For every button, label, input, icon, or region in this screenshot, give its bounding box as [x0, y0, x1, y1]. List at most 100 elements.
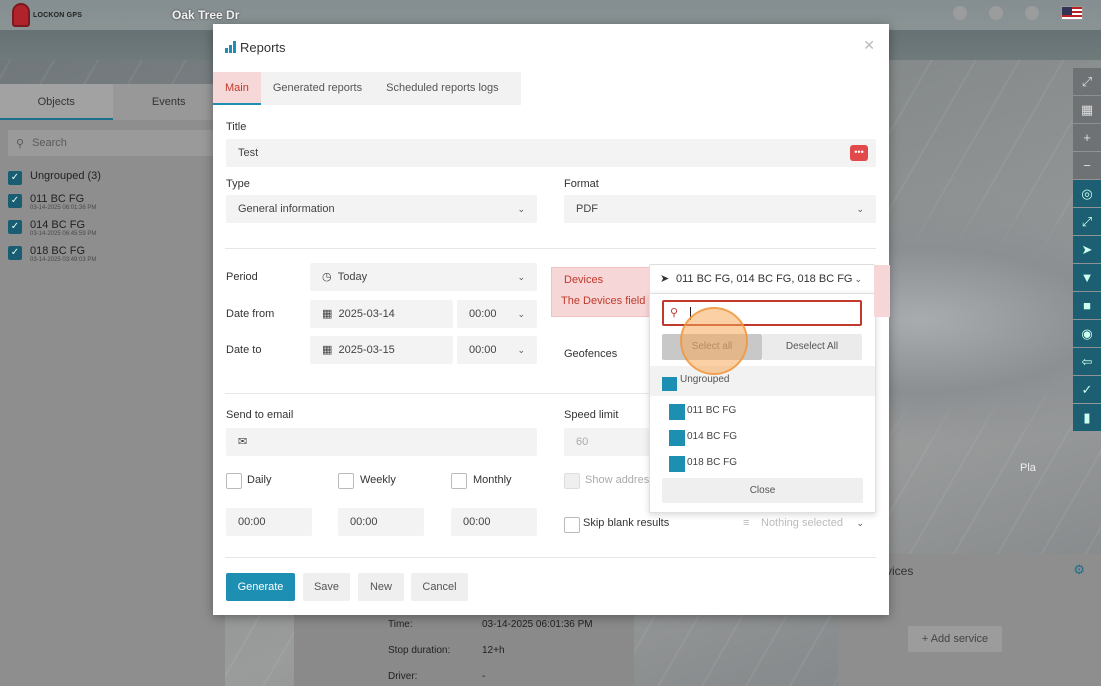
- daily-label: Daily: [247, 474, 272, 486]
- zoom-out-icon[interactable]: −: [1073, 152, 1101, 179]
- object-checkbox[interactable]: ✓: [8, 246, 22, 260]
- fullscreen-icon[interactable]: ⤢: [1073, 68, 1101, 95]
- speed-limit-value: 60: [576, 436, 589, 448]
- devices-select[interactable]: ➤ 011 BC FG, 014 BC FG, 018 BC FG ⌄: [649, 264, 875, 294]
- geofences-label: Geofences: [564, 348, 618, 360]
- tab-scheduled-reports-logs[interactable]: Scheduled reports logs: [374, 72, 511, 105]
- devices-error-box: Devices The Devices field: [551, 267, 651, 317]
- format-select[interactable]: PDF ⌄: [564, 195, 876, 223]
- lock-logo-icon: [12, 3, 30, 27]
- skip-blank-label: Skip blank results: [583, 517, 670, 529]
- user-icon[interactable]: [1025, 6, 1039, 20]
- add-service-label: Add service: [930, 633, 989, 645]
- zoom-in-icon[interactable]: +: [1073, 124, 1101, 151]
- tools-icon[interactable]: [953, 6, 967, 20]
- detail-value: -: [482, 671, 486, 682]
- title-input[interactable]: Test •••: [226, 139, 876, 167]
- group-checkbox[interactable]: [662, 377, 677, 391]
- period-select[interactable]: ◷ Today ⌄: [310, 263, 537, 291]
- daily-checkbox[interactable]: [226, 473, 242, 489]
- group-checkbox[interactable]: ✓: [8, 171, 22, 185]
- modal-header: Reports: [213, 24, 889, 70]
- show-address-checkbox[interactable]: [564, 473, 580, 489]
- daily-time-value: 00:00: [238, 516, 266, 528]
- tab-generated-reports[interactable]: Generated reports: [261, 72, 374, 105]
- lock-icon[interactable]: ■: [1073, 292, 1101, 319]
- monthly-time-input[interactable]: 00:00: [451, 508, 537, 536]
- title-value: Test: [238, 147, 259, 159]
- dropdown-close-button[interactable]: Close: [662, 478, 863, 503]
- objects-search[interactable]: ⚲ Search: [8, 130, 217, 156]
- add-service-button[interactable]: + Add service: [908, 626, 1002, 652]
- object-checkbox[interactable]: ✓: [8, 194, 22, 208]
- period-value: Today: [337, 271, 368, 283]
- date-from-input[interactable]: ▦ 2025-03-14: [310, 300, 453, 328]
- route-icon[interactable]: ⤢: [1073, 208, 1101, 235]
- speed-limit-label: Speed limit: [564, 409, 619, 421]
- chevron-down-icon: ⌄: [856, 204, 864, 214]
- settings-icon[interactable]: [989, 6, 1003, 20]
- devices-label: Devices: [564, 274, 604, 286]
- dropdown-group[interactable]: Ungrouped: [650, 366, 875, 396]
- chevron-down-icon: ⌄: [856, 518, 864, 528]
- chevron-down-icon: ⌄: [517, 345, 525, 355]
- item-checkbox[interactable]: [669, 430, 685, 446]
- clock-icon: ◷: [322, 271, 332, 283]
- daily-time-input[interactable]: 00:00: [226, 508, 312, 536]
- generate-button[interactable]: Generate: [226, 573, 295, 601]
- object-item[interactable]: ✓ 014 BC FG 03-14-2025 06:45:59 PM: [0, 215, 225, 241]
- arrow-left-icon[interactable]: ⇦: [1073, 348, 1101, 375]
- tab-events[interactable]: Events: [113, 84, 226, 120]
- weekly-checkbox[interactable]: [338, 473, 354, 489]
- skip-blank-checkbox[interactable]: [564, 517, 580, 533]
- weekly-time-input[interactable]: 00:00: [338, 508, 424, 536]
- detail-key: Stop duration:: [388, 645, 451, 656]
- weekly-time-value: 00:00: [350, 516, 378, 528]
- map-layers-icon[interactable]: ▦: [1073, 96, 1101, 123]
- navigation-icon[interactable]: ➤: [1073, 236, 1101, 263]
- app-logo[interactable]: LOCKON GPS: [12, 3, 82, 27]
- item-checkbox[interactable]: [669, 456, 685, 472]
- type-value: General information: [238, 203, 335, 215]
- group-name: Ungrouped: [680, 374, 730, 385]
- tab-main[interactable]: Main: [213, 72, 261, 105]
- tab-objects[interactable]: Objects: [0, 84, 113, 120]
- location-pin-icon[interactable]: ◉: [1073, 320, 1101, 347]
- email-field[interactable]: ✉: [226, 428, 537, 456]
- dropdown-item[interactable]: 011 BC FG: [650, 400, 875, 424]
- date-to-input[interactable]: ▦ 2025-03-15: [310, 336, 453, 364]
- object-name: 014 BC FG: [30, 219, 86, 231]
- group-item[interactable]: ✓ Ungrouped (3): [0, 166, 225, 189]
- modal-title: Reports: [240, 39, 286, 55]
- divider: [225, 248, 876, 249]
- save-button[interactable]: Save: [303, 573, 350, 601]
- more-options-icon[interactable]: •••: [850, 145, 868, 161]
- object-checkbox[interactable]: ✓: [8, 220, 22, 234]
- gear-icon[interactable]: ⚙: [1073, 562, 1085, 578]
- battery-icon[interactable]: ▮: [1073, 404, 1101, 431]
- item-checkbox[interactable]: [669, 404, 685, 420]
- cancel-button[interactable]: Cancel: [411, 573, 468, 601]
- speed-limit-input[interactable]: 60: [564, 428, 654, 456]
- deselect-all-button[interactable]: Deselect All: [762, 334, 862, 360]
- detail-value: 03-14-2025 06:01:36 PM: [482, 619, 593, 630]
- time-from-select[interactable]: 00:00 ⌄: [457, 300, 537, 328]
- filter-icon[interactable]: ▼: [1073, 264, 1101, 291]
- period-label: Period: [226, 271, 258, 283]
- type-select[interactable]: General information ⌄: [226, 195, 537, 223]
- us-flag-icon[interactable]: [1061, 6, 1083, 20]
- street-label: Oak Tree Dr: [172, 8, 240, 22]
- list-icon: ≡: [743, 517, 750, 529]
- new-button[interactable]: New: [358, 573, 404, 601]
- time-to-select[interactable]: 00:00 ⌄: [457, 336, 537, 364]
- target-icon[interactable]: ◎: [1073, 180, 1101, 207]
- object-item[interactable]: ✓ 018 BC FG 03-14-2025 03:49:03 PM: [0, 241, 225, 267]
- monthly-checkbox[interactable]: [451, 473, 467, 489]
- close-icon[interactable]: ✕: [863, 37, 875, 54]
- ruler-icon[interactable]: ✓: [1073, 376, 1101, 403]
- chevron-down-icon: ⌄: [517, 272, 525, 282]
- dropdown-item[interactable]: 014 BC FG: [650, 426, 875, 450]
- object-item[interactable]: ✓ 011 BC FG 03-14-2025 06:01:36 PM: [0, 189, 225, 215]
- nothing-selected-select[interactable]: ≡ Nothing selected ⌄: [733, 510, 876, 536]
- dropdown-item[interactable]: 018 BC FG: [650, 452, 875, 476]
